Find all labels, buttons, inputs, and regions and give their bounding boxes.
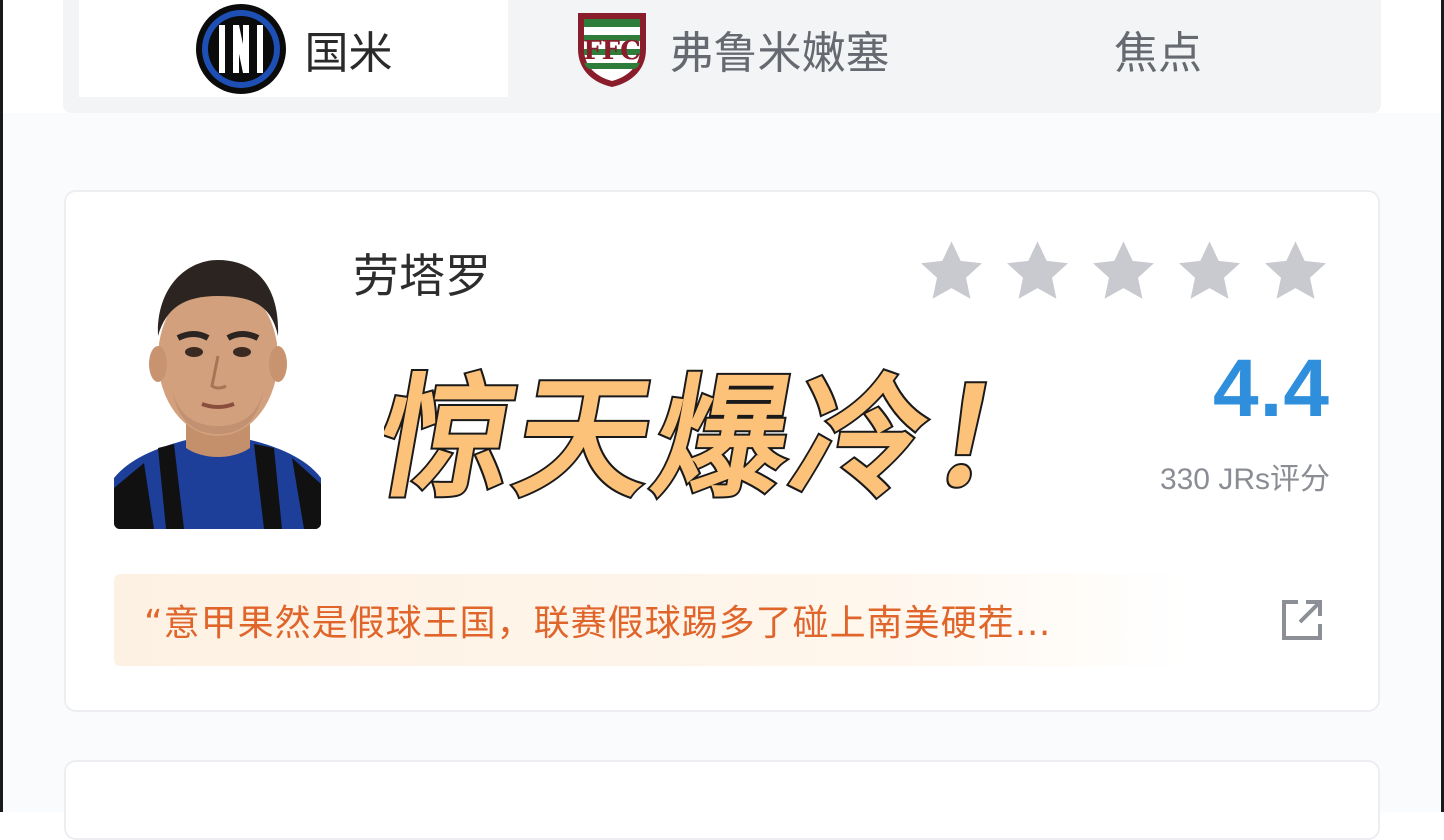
player-rating-card[interactable]: 劳塔罗 惊天爆冷！ 4.4 330 JRs评分 “意甲果然是假球王国，联赛假球踢… xyxy=(64,190,1380,712)
tab-inter[interactable]: 国米 xyxy=(79,0,508,97)
top-comment[interactable]: “意甲果然是假球王国，联赛假球踢多了碰上南美硬茬… xyxy=(114,574,1184,666)
star-rating-input[interactable] xyxy=(916,236,1331,307)
headline-text: 惊天爆冷！ xyxy=(384,364,1084,504)
star-2-icon[interactable] xyxy=(1002,236,1073,307)
top-comment-text: “意甲果然是假球王国，联赛假球踢多了碰上南美硬茬… xyxy=(144,603,1052,644)
tab-fluminense-label: 弗鲁米嫩塞 xyxy=(669,27,890,79)
star-4-icon[interactable] xyxy=(1174,236,1245,307)
share-external-icon[interactable] xyxy=(1278,596,1326,644)
tab-focus-label: 焦点 xyxy=(1114,27,1202,79)
fluminense-logo-icon: FFC xyxy=(577,12,646,87)
frame-border-left xyxy=(0,0,3,812)
inter-milan-logo-icon xyxy=(195,3,286,94)
headline-overlay: 惊天爆冷！ xyxy=(384,364,1086,504)
player-photo xyxy=(114,248,321,529)
rating-count: 330 JRs评分 xyxy=(1159,463,1330,496)
star-5-icon[interactable] xyxy=(1260,236,1331,307)
next-player-card[interactable] xyxy=(64,760,1380,840)
star-3-icon[interactable] xyxy=(1088,236,1159,307)
star-1-icon[interactable] xyxy=(916,236,987,307)
tab-inter-label: 国米 xyxy=(304,27,393,79)
average-rating: 4.4 xyxy=(1213,343,1330,434)
player-name: 劳塔罗 xyxy=(353,249,491,303)
team-tab-bar: 国米 FFC 弗鲁米嫩塞 焦点 xyxy=(63,0,1381,113)
tab-focus[interactable]: 焦点 xyxy=(953,0,1363,97)
svg-text:FFC: FFC xyxy=(583,36,641,66)
tab-fluminense[interactable]: FFC 弗鲁米嫩塞 xyxy=(508,0,953,97)
